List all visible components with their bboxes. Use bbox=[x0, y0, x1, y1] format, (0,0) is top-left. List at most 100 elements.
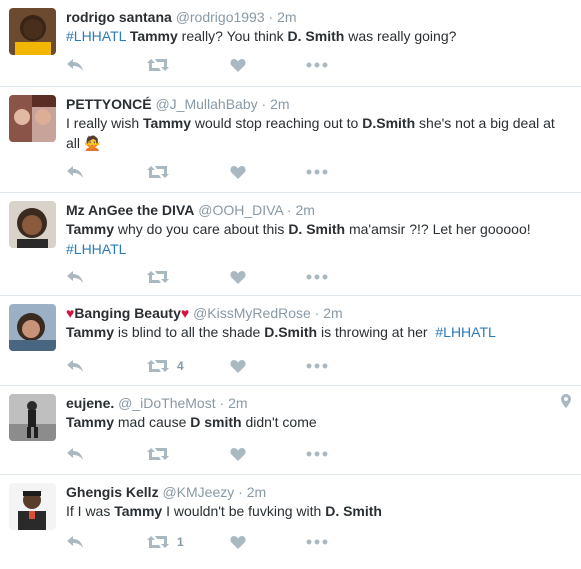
hashtag-link[interactable]: #LHHATL bbox=[435, 324, 495, 340]
retweet-icon bbox=[147, 165, 169, 179]
display-name[interactable]: Banging Beauty bbox=[74, 305, 181, 321]
tweet-header: Mz AnGee the DIVA @OOH_DIVA · 2m bbox=[66, 201, 571, 219]
tweet-header: rodrigo santana @rodrigo1993 · 2m bbox=[66, 8, 571, 26]
tweet-text: Tammy why do you care about this D. Smit… bbox=[66, 221, 531, 257]
more-button[interactable] bbox=[306, 532, 328, 552]
like-button[interactable] bbox=[230, 162, 254, 182]
reply-icon bbox=[66, 270, 84, 284]
like-button[interactable] bbox=[230, 444, 254, 464]
retweet-button[interactable]: 4 bbox=[147, 356, 184, 376]
timestamp[interactable]: 2m bbox=[247, 484, 266, 500]
hashtag-link[interactable]: #LHHATL bbox=[66, 28, 126, 44]
user-handle[interactable]: @KissMyRedRose bbox=[193, 305, 311, 321]
user-handle[interactable]: @J_MullahBaby bbox=[155, 96, 257, 112]
more-button[interactable] bbox=[306, 356, 328, 376]
reply-button[interactable] bbox=[66, 55, 84, 75]
user-handle[interactable]: @_iDoTheMost bbox=[118, 395, 215, 411]
retweet-button[interactable]: 1 bbox=[147, 532, 184, 552]
more-icon bbox=[306, 169, 328, 175]
more-button[interactable] bbox=[306, 55, 328, 75]
separator-dot: · bbox=[261, 96, 267, 112]
reply-icon bbox=[66, 447, 84, 461]
like-button[interactable] bbox=[230, 356, 254, 376]
tweet-header: ♥Banging Beauty♥ @KissMyRedRose · 2m bbox=[66, 304, 571, 322]
tweet-text: Tammy is blind to all the shade D.Smith … bbox=[66, 324, 496, 340]
separator-dot: · bbox=[286, 202, 292, 218]
more-button[interactable] bbox=[306, 267, 328, 287]
like-button[interactable] bbox=[230, 55, 254, 75]
highlight-term: D. Smith bbox=[287, 28, 345, 44]
highlight-term: Tammy bbox=[114, 503, 163, 519]
timestamp[interactable]: 2m bbox=[228, 395, 247, 411]
retweet-count: 4 bbox=[177, 359, 184, 373]
heart-emoji-icon: ♥ bbox=[180, 305, 190, 321]
timestamp[interactable]: 2m bbox=[270, 96, 289, 112]
retweet-button[interactable] bbox=[147, 162, 177, 182]
location-pin-icon[interactable] bbox=[561, 394, 571, 413]
retweet-icon bbox=[147, 535, 169, 549]
heart-icon bbox=[230, 58, 246, 72]
display-name[interactable]: Ghengis Kellz bbox=[66, 484, 159, 500]
retweet-icon bbox=[147, 270, 169, 284]
retweet-count: 1 bbox=[177, 535, 184, 549]
reply-button[interactable] bbox=[66, 444, 84, 464]
reply-icon bbox=[66, 535, 84, 549]
retweet-button[interactable] bbox=[147, 267, 177, 287]
display-name[interactable]: Mz AnGee the DIVA bbox=[66, 202, 194, 218]
emoji: 🙅 bbox=[83, 135, 102, 151]
tweet-actions bbox=[66, 55, 366, 75]
heart-icon bbox=[230, 270, 246, 284]
display-name[interactable]: PETTYONCÉ bbox=[66, 96, 152, 112]
avatar[interactable] bbox=[9, 201, 56, 248]
tweet: PETTYONCÉ @J_MullahBaby · 2m I really wi… bbox=[0, 87, 581, 193]
reply-button[interactable] bbox=[66, 356, 84, 376]
tweet-header: Ghengis Kellz @KMJeezy · 2m bbox=[66, 483, 571, 501]
tweet-feed: rodrigo santana @rodrigo1993 · 2m #LHHAT… bbox=[0, 0, 581, 569]
user-handle[interactable]: @OOH_DIVA bbox=[198, 202, 283, 218]
avatar[interactable] bbox=[9, 483, 56, 530]
timestamp[interactable]: 2m bbox=[277, 9, 296, 25]
reply-button[interactable] bbox=[66, 532, 84, 552]
user-handle[interactable]: @rodrigo1993 bbox=[176, 9, 265, 25]
timestamp[interactable]: 2m bbox=[295, 202, 314, 218]
reply-icon bbox=[66, 165, 84, 179]
like-button[interactable] bbox=[230, 267, 254, 287]
more-button[interactable] bbox=[306, 162, 328, 182]
more-icon bbox=[306, 451, 328, 457]
heart-icon bbox=[230, 535, 246, 549]
reply-button[interactable] bbox=[66, 162, 84, 182]
avatar[interactable] bbox=[9, 394, 56, 441]
display-name[interactable]: rodrigo santana bbox=[66, 9, 172, 25]
tweet-actions bbox=[66, 267, 366, 287]
avatar[interactable] bbox=[9, 304, 56, 351]
tweet-actions bbox=[66, 162, 366, 182]
highlight-term: Tammy bbox=[66, 324, 114, 340]
retweet-icon bbox=[147, 58, 169, 72]
heart-icon bbox=[230, 359, 246, 373]
separator-dot: · bbox=[314, 305, 320, 321]
more-icon bbox=[306, 363, 328, 369]
tweet-text: I really wish Tammy would stop reaching … bbox=[66, 115, 555, 151]
tweet-actions: 1 bbox=[66, 532, 366, 552]
more-button[interactable] bbox=[306, 444, 328, 464]
tweet: ♥Banging Beauty♥ @KissMyRedRose · 2m Tam… bbox=[0, 296, 581, 386]
user-handle[interactable]: @KMJeezy bbox=[162, 484, 234, 500]
tweet-actions bbox=[66, 444, 366, 464]
highlight-term: Tammy bbox=[66, 414, 114, 430]
retweet-button[interactable] bbox=[147, 444, 177, 464]
highlight-term: D.Smith bbox=[264, 324, 318, 340]
timestamp[interactable]: 2m bbox=[323, 305, 342, 321]
avatar[interactable] bbox=[9, 95, 56, 142]
retweet-icon bbox=[147, 359, 169, 373]
avatar[interactable] bbox=[9, 8, 56, 55]
hashtag-link[interactable]: #LHHATL bbox=[66, 241, 126, 257]
reply-icon bbox=[66, 58, 84, 72]
more-icon bbox=[306, 62, 328, 68]
reply-button[interactable] bbox=[66, 267, 84, 287]
tweet-header: PETTYONCÉ @J_MullahBaby · 2m bbox=[66, 95, 571, 113]
display-name[interactable]: eujene. bbox=[66, 395, 114, 411]
retweet-button[interactable] bbox=[147, 55, 177, 75]
like-button[interactable] bbox=[230, 532, 254, 552]
highlight-term: D smith bbox=[190, 414, 242, 430]
highlight-term: Tammy bbox=[143, 115, 192, 131]
